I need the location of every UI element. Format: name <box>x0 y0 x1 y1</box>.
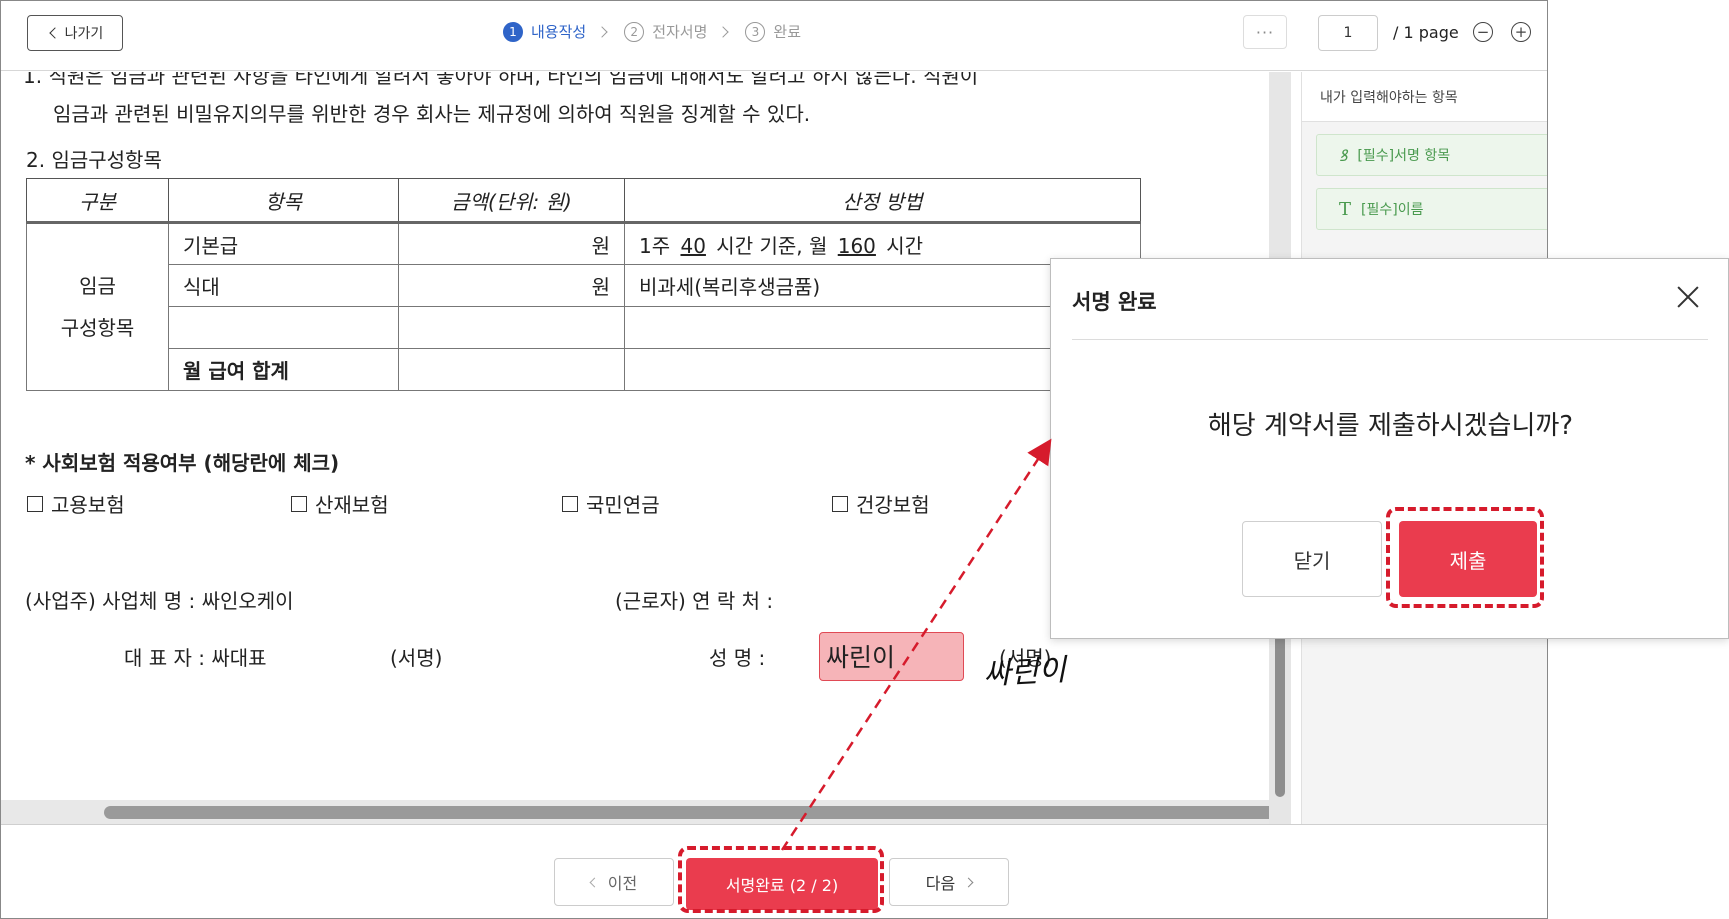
panel-item-label: [필수]이름 <box>1361 202 1424 218</box>
worker-name-field[interactable]: 싸린이 <box>819 632 964 681</box>
step-label: 완료 <box>773 23 802 41</box>
checkbox[interactable] <box>832 495 848 512</box>
table-row: 임금 구성항목 기본급 원 1주 40 시간 기준, 월 160 시간 <box>26 222 1141 391</box>
back-button[interactable]: 나가기 <box>27 15 123 51</box>
checkbox[interactable] <box>291 495 307 512</box>
top-toolbar: 나가기 1 내용작성 2 전자서명 3 완료 ··· / 1 page − + <box>1 1 1547 71</box>
method-text: 1주 <box>639 233 671 258</box>
dialog-close-button[interactable]: 닫기 <box>1242 521 1382 597</box>
method-text: 시간 기준, 월 <box>716 233 828 258</box>
checkbox-label: 국민연금 <box>586 493 660 517</box>
weekly-hours-value: 40 <box>680 233 706 258</box>
chevron-left-icon <box>49 27 61 39</box>
monthly-hours-value: 160 <box>837 233 876 258</box>
insurance-pension[interactable]: 국민연금 <box>562 489 660 518</box>
next-button-label: 다음 <box>925 874 956 893</box>
step-number: 1 <box>503 21 523 42</box>
table-cell: 식대 <box>168 264 399 307</box>
checkbox[interactable] <box>562 495 578 512</box>
table-cell <box>398 348 625 391</box>
insurance-industrial[interactable]: 산재보험 <box>291 489 389 518</box>
step-label: 내용작성 <box>531 23 587 41</box>
more-options-button[interactable]: ··· <box>1243 15 1287 49</box>
zoom-in-button[interactable]: + <box>1511 22 1531 42</box>
worker-name-label: 성 명 : <box>709 646 766 670</box>
checkbox[interactable] <box>27 495 43 512</box>
table-row <box>27 306 1141 349</box>
clause-text-cut: 1. 직원은 임금과 관련된 사항을 타인에게 알려서 놓아야 하며, 타인의 … <box>23 72 979 88</box>
signature-complete-dialog: 서명 완료 해당 계약서를 제출하시겠습니까? 닫기 제출 <box>1050 258 1729 639</box>
checkbox-label: 산재보험 <box>315 493 389 517</box>
table-cell: 기본급 <box>168 222 399 265</box>
employer-sign-label: (서명) <box>390 646 443 670</box>
vertical-scroll-thumb[interactable] <box>1275 612 1285 797</box>
chevron-right-icon <box>596 25 608 38</box>
row-group-text: 임금 구성항목 <box>60 274 135 340</box>
progress-steps: 1 내용작성 2 전자서명 3 완료 <box>503 21 801 42</box>
table-row: 식대 원 비과세(복리후생금품) <box>27 264 1141 307</box>
checkbox-label: 고용보험 <box>51 493 125 517</box>
table-cell: 월 급여 합계 <box>168 348 399 391</box>
table-cell <box>398 306 625 349</box>
text-icon: T <box>1339 198 1352 220</box>
step-content-writing: 1 내용작성 <box>503 21 586 42</box>
signature-complete-button[interactable]: 서명완료 (2 / 2) <box>686 858 878 910</box>
table-header: 항목 <box>168 178 399 224</box>
chevron-left-icon <box>589 877 600 887</box>
employer-representative-line: 대 표 자 : 싸대표 <box>124 646 267 670</box>
worker-signature[interactable]: 싸린이 <box>982 645 1067 693</box>
step-complete: 3 완료 <box>745 21 801 42</box>
close-icon[interactable] <box>1676 285 1700 309</box>
checkbox-label: 건강보험 <box>856 493 930 517</box>
panel-title: 내가 입력해야하는 항목 <box>1302 72 1547 122</box>
panel-item-label: [필수]서명 항목 <box>1357 148 1451 164</box>
previous-button[interactable]: 이전 <box>554 858 674 906</box>
dialog-submit-button[interactable]: 제출 <box>1399 521 1537 597</box>
table-cell <box>168 306 399 349</box>
chevron-right-icon <box>717 25 730 38</box>
table-header: 구분 <box>26 178 169 224</box>
signature-icon: ꝸ <box>1339 146 1348 165</box>
dialog-message: 해당 계약서를 제출하시겠습니까? <box>1207 411 1574 441</box>
step-label: 전자서명 <box>652 23 708 41</box>
table-header: 산정 방법 <box>624 178 1141 224</box>
step-number: 2 <box>624 21 645 42</box>
table-cell: 원 <box>398 222 625 265</box>
horizontal-scrollbar[interactable] <box>1 800 1291 824</box>
horizontal-scroll-thumb[interactable] <box>104 806 1291 819</box>
clause-text: 임금과 관련된 비밀유지의무를 위반한 경우 회사는 제규정에 의하여 직원을 … <box>53 102 811 126</box>
dialog-divider <box>1072 339 1708 340</box>
table-cell: 원 <box>398 264 625 307</box>
dialog-title: 서명 완료 <box>1072 290 1157 314</box>
wage-table: 구분 항목 금액(단위: 원) 산정 방법 임금 구성항목 기본급 원 1주 4… <box>26 178 1141 391</box>
bottom-navigation: 이전 서명완료 (2 / 2) 다음 <box>1 824 1547 918</box>
method-text: 시간 <box>886 233 924 258</box>
worker-contact-line: (근로자) 연 락 처 : <box>615 589 774 613</box>
insurance-health[interactable]: 건강보험 <box>832 489 930 518</box>
required-name-item[interactable]: T [필수]이름 <box>1316 188 1547 230</box>
table-header-row: 구분 항목 금액(단위: 원) 산정 방법 <box>26 178 1141 224</box>
insurance-employment[interactable]: 고용보험 <box>27 489 125 518</box>
previous-button-label: 이전 <box>607 874 638 893</box>
table-row: 월 급여 합계 <box>27 348 1141 391</box>
chevron-right-icon <box>963 877 974 887</box>
page-number-input[interactable] <box>1318 15 1378 51</box>
step-number: 3 <box>745 21 766 42</box>
page-total: / 1 page <box>1393 23 1459 42</box>
table-header: 금액(단위: 원) <box>398 178 625 224</box>
employer-company-line: (사업주) 사업체 명 : 싸인오케이 <box>25 589 294 613</box>
zoom-out-button[interactable]: − <box>1473 22 1493 42</box>
step-e-signature: 2 전자서명 <box>624 21 707 42</box>
next-button[interactable]: 다음 <box>889 858 1009 906</box>
row-group-label: 임금 구성항목 <box>26 222 169 391</box>
required-signature-item[interactable]: ꝸ [필수]서명 항목 <box>1316 134 1547 176</box>
section-title-wage: 2. 임금구성항목 <box>26 148 162 172</box>
back-button-label: 나가기 <box>64 26 104 42</box>
insurance-title: * 사회보험 적용여부 (해당란에 체크) <box>25 451 340 475</box>
